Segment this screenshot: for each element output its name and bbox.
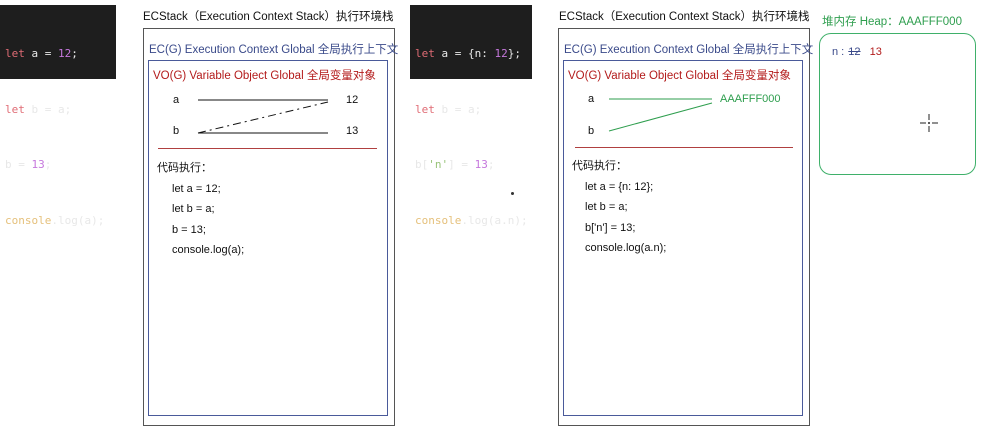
- pointer-lines: [197, 98, 713, 134]
- left-b-old-pointer-line: [197, 101, 329, 134]
- right-b-pointer-line: [608, 102, 713, 132]
- crosshair-cursor-icon: [920, 114, 938, 132]
- stray-dot: [511, 192, 514, 195]
